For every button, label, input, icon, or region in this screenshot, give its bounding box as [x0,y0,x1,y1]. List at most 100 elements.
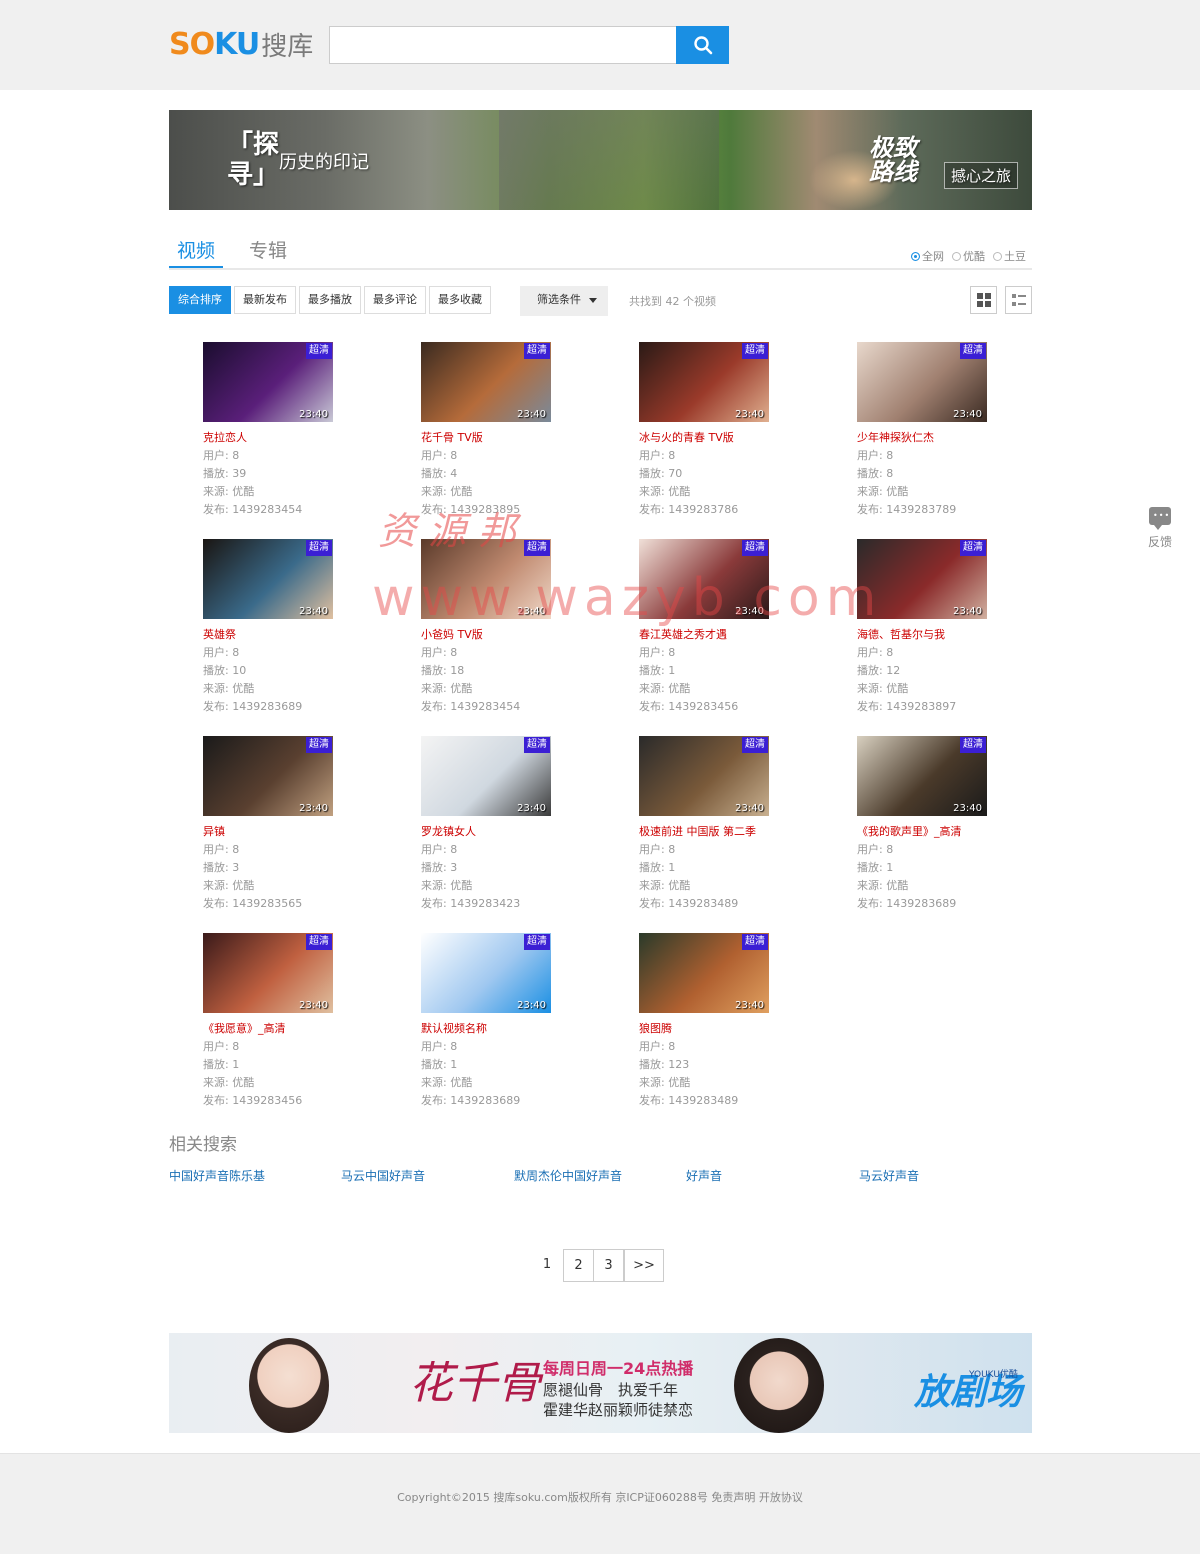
video-title[interactable]: 海德、哲基尔与我 [857,626,1037,644]
video-card[interactable]: 超清 23:40 克拉恋人 用户: 8 播放: 39 来源: 优酷 发布: 14392834… [203,342,383,519]
video-user: 用户: 8 [421,1040,458,1053]
video-plays: 播放: 18 [421,664,465,677]
video-title[interactable]: 异镇 [203,823,383,841]
video-title[interactable]: 冰与火的青春 TV版 [639,429,819,447]
video-title[interactable]: 英雄祭 [203,626,383,644]
video-thumbnail[interactable]: 超清 23:40 [203,539,333,619]
video-thumbnail[interactable]: 超清 23:40 [203,933,333,1013]
video-source: 来源: 优酷 [857,682,909,695]
video-thumbnail[interactable]: 超清 23:40 [203,342,333,422]
video-duration: 23:40 [299,409,328,420]
video-title[interactable]: 狼图腾 [639,1020,819,1038]
related-searches-title: 相关搜索 [169,1135,237,1155]
video-thumbnail[interactable]: 超清 23:40 [857,736,987,816]
video-title[interactable]: 罗龙镇女人 [421,823,601,841]
video-thumbnail[interactable]: 超清 23:40 [421,736,551,816]
video-user: 用户: 8 [203,449,240,462]
video-card[interactable]: 超清 23:40 少年神探狄仁杰 用户: 8 播放: 8 来源: 优酷 发布: 143928… [857,342,1037,519]
video-card[interactable]: 超清 23:40 异镇 用户: 8 播放: 3 来源: 优酷 发布: 1439283565 [203,736,383,913]
list-icon [1011,294,1026,306]
video-thumbnail[interactable]: 超清 23:40 [639,736,769,816]
video-card[interactable]: 超清 23:40 花千骨 TV版 用户: 8 播放: 4 来源: 优酷 发布: 143928… [421,342,601,519]
video-thumbnail[interactable]: 超清 23:40 [421,342,551,422]
page-2-button[interactable]: 2 [563,1249,594,1282]
sort-newest-button[interactable]: 最新发布 [234,286,296,314]
video-published: 发布: 1439283423 [421,897,521,910]
video-card[interactable]: 超清 23:40 默认视频名称 用户: 8 播放: 1 来源: 优酷 发布: 1439283… [421,933,601,1110]
video-published: 发布: 1439283489 [639,897,739,910]
video-thumbnail[interactable]: 超清 23:40 [421,933,551,1013]
sort-comprehensive-button[interactable]: 综合排序 [169,286,231,314]
video-title[interactable]: 默认视频名称 [421,1020,601,1038]
page-current: 1 [542,1257,552,1272]
video-thumbnail[interactable]: 超清 23:40 [639,342,769,422]
video-duration: 23:40 [517,409,546,420]
watermark-text-1: 资源邦 [378,509,529,553]
video-title[interactable]: 《我的歌声里》_高清 [857,823,1037,841]
video-card[interactable]: 超清 23:40 罗龙镇女人 用户: 8 播放: 3 来源: 优酷 发布: 14392834… [421,736,601,913]
soku-logo[interactable]: SOKU 搜库 [169,26,313,62]
video-published: 发布: 1439283689 [857,897,957,910]
feedback-label: 反馈 [1147,535,1172,549]
banner-drama-title: 花千骨 [409,1358,541,1409]
tab-album[interactable]: 专辑 [241,238,295,268]
video-source: 来源: 优酷 [421,485,473,498]
video-source: 来源: 优酷 [639,485,691,498]
top-banner-ad[interactable]: 「探寻」 历史的印记 极致路线 撼心之旅 [169,110,1032,210]
video-thumbnail[interactable]: 超清 23:40 [857,342,987,422]
video-card[interactable]: 超清 23:40 英雄祭 用户: 8 播放: 10 来源: 优酷 发布: 143928368… [203,539,383,716]
page-3-button[interactable]: 3 [593,1249,624,1282]
search-button[interactable] [676,26,729,64]
chat-bubble-icon: ••• [1149,507,1171,530]
video-card[interactable]: 超清 23:40 《我的歌声里》_高清 用户: 8 播放: 1 来源: 优酷 发布: 143… [857,736,1037,913]
radio-all-web[interactable]: 全网 [911,248,944,264]
video-title[interactable]: 小爸妈 TV版 [421,626,601,644]
search-input[interactable] [329,26,677,64]
related-search-link[interactable]: 马云好声音 [859,1167,919,1184]
video-thumbnail[interactable]: 超清 23:40 [639,933,769,1013]
video-thumbnail[interactable]: 超清 23:40 [203,736,333,816]
video-card[interactable]: 超清 23:40 《我愿意》_高清 用户: 8 播放: 1 来源: 优酷 发布: 14392… [203,933,383,1110]
video-plays: 播放: 123 [639,1058,690,1071]
related-search-link[interactable]: 好声音 [686,1167,722,1184]
video-card[interactable]: 超清 23:40 海德、哲基尔与我 用户: 8 播放: 12 来源: 优酷 发布: 1439… [857,539,1037,716]
video-user: 用户: 8 [421,646,458,659]
related-search-link[interactable]: 中国好声音陈乐基 [169,1167,265,1184]
video-user: 用户: 8 [203,646,240,659]
video-title[interactable]: 克拉恋人 [203,429,383,447]
video-title[interactable]: 少年神探狄仁杰 [857,429,1037,447]
video-title[interactable]: 《我愿意》_高清 [203,1020,383,1038]
video-duration: 23:40 [517,803,546,814]
next-page-button[interactable]: >> [624,1249,664,1282]
video-user: 用户: 8 [421,449,458,462]
filter-dropdown[interactable]: 筛选条件 [520,286,608,316]
bottom-banner-ad[interactable]: 花千骨 每周日周一24点热播 愿褪仙骨 执爱千年 霍建华赵丽颖师徒禁恋 放剧场 … [169,1333,1032,1433]
video-title[interactable]: 花千骨 TV版 [421,429,601,447]
grid-view-button[interactable] [970,286,997,314]
video-title[interactable]: 极速前进 中国版 第二季 [639,823,819,841]
actor-portrait [734,1338,824,1433]
feedback-button[interactable]: ••• 反馈 [1146,507,1174,550]
video-user: 用户: 8 [857,449,894,462]
related-search-link[interactable]: 默周杰伦中国好声音 [514,1167,622,1184]
radio-youku[interactable]: 优酷 [952,248,985,264]
sort-most-comments-button[interactable]: 最多评论 [364,286,426,314]
radio-dot-icon [952,251,961,261]
video-user: 用户: 8 [857,646,894,659]
video-card[interactable]: 超清 23:40 狼图腾 用户: 8 播放: 123 来源: 优酷 发布: 14392834… [639,933,819,1110]
tab-video[interactable]: 视频 [169,238,224,268]
video-user: 用户: 8 [639,646,676,659]
video-plays: 播放: 12 [857,664,901,677]
video-title[interactable]: 春江英雄之秀才遇 [639,626,819,644]
radio-tudou[interactable]: 土豆 [993,248,1026,264]
sort-most-played-button[interactable]: 最多播放 [299,286,361,314]
related-search-link[interactable]: 马云中国好声音 [341,1167,425,1184]
video-plays: 播放: 1 [639,664,676,677]
list-view-button[interactable] [1005,286,1032,314]
sort-most-favorites-button[interactable]: 最多收藏 [429,286,491,314]
search-icon [693,36,712,55]
video-duration: 23:40 [735,803,764,814]
video-card[interactable]: 超清 23:40 冰与火的青春 TV版 用户: 8 播放: 70 来源: 优酷 发布: 14… [639,342,819,519]
video-duration: 23:40 [299,606,328,617]
video-card[interactable]: 超清 23:40 极速前进 中国版 第二季 用户: 8 播放: 1 来源: 优酷 发布: 1… [639,736,819,913]
